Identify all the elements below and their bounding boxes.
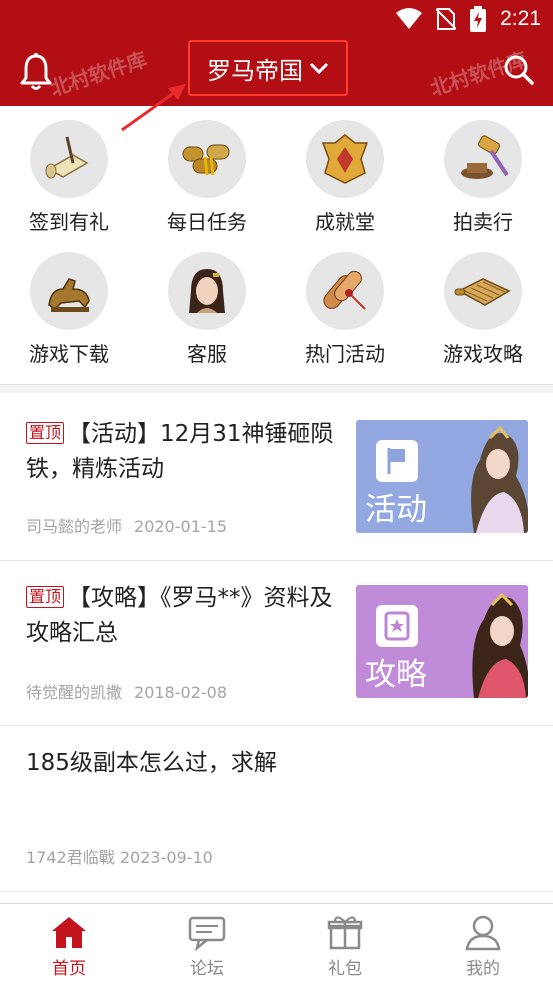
bronze-beast-icon [48,278,90,312]
post-author: 1742君临戰 [26,848,115,867]
grid-label: 游戏攻略 [443,342,523,366]
nav-label: 礼包 [328,959,362,979]
icon-circle [168,252,246,330]
nav-label: 我的 [466,959,500,979]
post-item[interactable]: 185级副本怎么过，求解 1742君临戰 2023-09-10 [0,726,553,892]
grid-label: 热门活动 [305,342,385,366]
home-icon [52,917,86,948]
grid-item-game-download[interactable]: 游戏下载 [0,238,138,368]
section-divider [0,384,553,393]
region-label: 罗马帝国 [207,56,303,85]
post-meta: 1742君临戰 2023-09-10 [26,844,213,868]
bamboo-book-icon [454,278,511,306]
feature-grid: 签到有礼 每日任务 成就堂 拍卖行 游戏下载 客服 热门活动 游戏攻略 [0,106,553,384]
nav-item-home[interactable]: 首页 [0,904,138,983]
post-date: 2020-01-15 [134,517,227,536]
nav-item-gifts[interactable]: 礼包 [276,904,414,983]
bottom-nav: 首页 论坛 礼包 我的 [0,903,553,983]
icon-circle [168,120,246,198]
pinned-badge: 置顶 [26,422,65,444]
status-time: 2:21 [500,7,541,30]
grid-item-customer-service[interactable]: 客服 [138,238,276,368]
pinned-badge: 置顶 [26,586,65,608]
user-icon [465,915,501,951]
grid-label: 成就堂 [315,210,375,234]
grid-item-daily-tasks[interactable]: 每日任务 [138,106,276,236]
chevron-down-icon [309,62,329,75]
grid-item-achievements[interactable]: 成就堂 [276,106,414,236]
post-meta: 待觉醒的凯撒 2018-02-08 [26,679,227,703]
post-title: 置顶 【攻略】《罗马**》资料及攻略汇总 [26,581,344,651]
auction-hammer-icon [461,135,509,179]
post-meta: 司马懿的老师 2020-01-15 [26,513,227,537]
status-bar: 2:21 [0,0,553,38]
grid-label: 拍卖行 [453,210,513,234]
battery-charging-icon [470,6,487,32]
icon-circle [306,252,384,330]
grid-item-checkin[interactable]: 签到有礼 [0,106,138,236]
post-title-text: 【活动】12月31神锤砸陨铁，精炼活动 [26,421,334,482]
golden-crest-icon [321,134,369,184]
grid-label: 每日任务 [167,210,247,234]
no-sim-icon [436,8,457,30]
post-item[interactable]: 置顶 【攻略】《罗马**》资料及攻略汇总 待觉醒的凯撒 2018-02-08 攻略 [0,561,553,726]
bamboo-scrolls-icon [182,144,230,176]
thumbnail-label: 活动 [365,492,427,528]
grid-label: 签到有礼 [29,210,109,234]
post-title: 置顶 【活动】12月31神锤砸陨铁，精炼活动 [26,417,344,487]
post-thumbnail: 活动 [356,420,528,533]
post-title: 185级副本怎么过，求解 [26,746,526,781]
status-icons: 2:21 [396,6,541,32]
header: 北村软件库 北村软件库 罗马帝国 [0,38,553,106]
grid-item-auction[interactable]: 拍卖行 [414,106,552,236]
post-title-text: 185级副本怎么过，求解 [26,750,277,776]
grid-item-hot-events[interactable]: 热门活动 [276,238,414,368]
gift-icon [327,916,363,950]
icon-circle [444,120,522,198]
grid-label: 游戏下载 [29,342,109,366]
sealed-scroll-icon [323,270,366,310]
post-title-text: 【攻略】《罗马**》资料及攻略汇总 [26,585,333,646]
post-thumbnail: 攻略 [356,585,528,698]
bookmark-star-icon [376,605,418,647]
wifi-icon [396,8,423,29]
bell-icon[interactable] [18,52,54,92]
post-date: 2023-09-10 [119,848,213,867]
icon-circle [444,252,522,330]
grid-item-game-guides[interactable]: 游戏攻略 [414,238,552,368]
flag-icon [376,440,418,482]
support-girl-avatar [189,269,225,313]
post-date: 2018-02-08 [134,683,227,702]
thumbnail-label: 攻略 [365,657,427,693]
icon-circle [306,120,384,198]
grid-label: 客服 [187,342,227,366]
scroll-quill-icon [45,136,89,179]
nav-label: 首页 [52,959,86,979]
chat-icon [188,916,226,952]
icon-circle [30,120,108,198]
post-author: 司马懿的老师 [26,517,123,536]
nav-label: 论坛 [190,959,224,979]
search-icon[interactable] [503,54,535,86]
post-item[interactable]: 置顶 【活动】12月31神锤砸陨铁，精炼活动 司马懿的老师 2020-01-15 活… [0,395,553,561]
region-selector[interactable]: 罗马帝国 [188,40,348,96]
icon-circle [30,252,108,330]
nav-item-me[interactable]: 我的 [414,904,552,983]
nav-item-forum[interactable]: 论坛 [138,904,276,983]
post-author: 待觉醒的凯撒 [26,683,123,702]
